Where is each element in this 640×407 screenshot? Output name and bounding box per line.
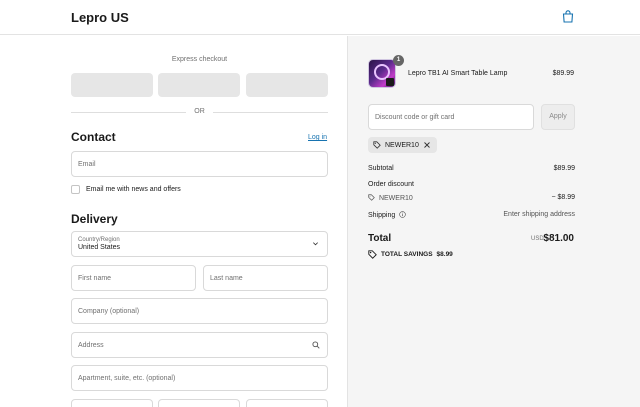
applied-discount-chip: NEWER10	[368, 137, 437, 153]
email-field[interactable]: Email	[71, 151, 328, 177]
country-label: Country/Region	[78, 237, 120, 243]
product-price: $89.99	[552, 70, 574, 77]
subtotal-row: Subtotal $89.99	[368, 165, 575, 172]
applied-code: NEWER10	[385, 141, 419, 149]
express-checkout-label: Express checkout	[171, 56, 228, 63]
country-value: United States	[78, 244, 121, 251]
last-name-field[interactable]: Last name	[203, 265, 328, 291]
email-placeholder: Email	[78, 161, 96, 168]
express-pay-button-3[interactable]	[246, 73, 328, 97]
address-field[interactable]: Address	[71, 332, 328, 358]
last-name-placeholder: Last name	[210, 275, 243, 282]
savings-label: TOTAL SAVINGS	[381, 251, 433, 258]
discount-code-label: NEWER10	[378, 195, 413, 202]
product-name: Lepro TB1 AI Smart Table Lamp	[408, 70, 508, 77]
tag-icon	[368, 250, 377, 259]
state-field[interactable]	[158, 399, 240, 407]
company-placeholder: Company (optional)	[78, 308, 140, 315]
apartment-placeholder: Apartment, suite, etc. (optional)	[78, 375, 176, 382]
delivery-title: Delivery	[71, 212, 118, 226]
contact-title: Contact	[71, 130, 116, 144]
country-select[interactable]: Country/Region United States	[71, 231, 328, 257]
shipping-label: Shipping	[368, 212, 396, 219]
header: Lepro US	[0, 0, 640, 35]
discount-placeholder: Discount code or gift card	[375, 114, 455, 121]
newsletter-label: Email me with news and offers	[86, 186, 181, 193]
info-icon[interactable]	[399, 211, 406, 218]
close-icon[interactable]	[423, 141, 431, 149]
discount-code-row: NEWER10 − $8.99	[368, 194, 575, 202]
chevron-down-icon	[313, 242, 318, 246]
shipping-row: Shipping Enter shipping address	[368, 211, 575, 219]
total-value: $81.00	[543, 233, 574, 244]
shipping-value: Enter shipping address	[503, 211, 575, 218]
address-placeholder: Address	[78, 342, 104, 349]
savings-value: $8.99	[436, 251, 453, 258]
tag-icon	[368, 194, 375, 201]
express-pay-button-1[interactable]	[71, 73, 153, 97]
search-icon	[312, 341, 320, 349]
company-field[interactable]: Company (optional)	[71, 298, 328, 324]
subtotal-label: Subtotal	[368, 165, 394, 172]
apartment-field[interactable]: Apartment, suite, etc. (optional)	[71, 365, 328, 391]
discount-value: − $8.99	[551, 194, 575, 201]
product-thumbnail	[368, 59, 396, 88]
total-label: Total	[368, 233, 392, 244]
express-pay-button-2[interactable]	[158, 73, 240, 97]
quantity-badge: 1	[393, 55, 404, 66]
order-discount-row: Order discount	[368, 181, 575, 188]
checkout-form: Express checkout OR Contact Log in Email…	[0, 36, 347, 407]
shopping-bag-icon[interactable]	[562, 10, 574, 23]
apply-button[interactable]: Apply	[541, 104, 575, 130]
discount-code-input[interactable]: Discount code or gift card	[368, 104, 534, 130]
zip-field[interactable]	[246, 399, 328, 407]
newsletter-checkbox[interactable]	[71, 185, 80, 194]
city-field[interactable]	[71, 399, 153, 407]
subtotal-value: $89.99	[553, 165, 575, 172]
total-savings: TOTAL SAVINGS $8.99	[368, 250, 453, 259]
total-currency: USD	[531, 236, 544, 242]
login-link[interactable]: Log in	[308, 134, 327, 141]
order-summary: 1 Lepro TB1 AI Smart Table Lamp $89.99 D…	[347, 36, 640, 407]
tag-icon	[373, 141, 381, 149]
or-divider: OR	[71, 107, 328, 117]
brand-logo[interactable]: Lepro US	[71, 10, 129, 25]
order-discount-label: Order discount	[368, 181, 414, 188]
first-name-placeholder: First name	[78, 275, 112, 282]
first-name-field[interactable]: First name	[71, 265, 196, 291]
